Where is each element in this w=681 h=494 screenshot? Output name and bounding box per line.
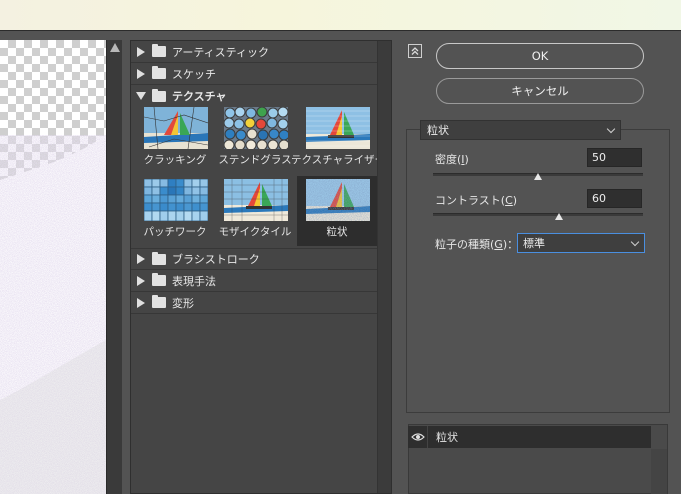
density-label-suffix: ) [464, 153, 469, 166]
layers-scrollbar[interactable] [651, 449, 667, 494]
texturizer-thumbnail [306, 107, 370, 149]
grain-type-label-text: 粒子の種類( [435, 238, 495, 251]
density-label-text: 密度( [435, 153, 462, 166]
category-label: スケッチ [172, 67, 216, 81]
filter-select[interactable]: 粒状 [420, 120, 621, 140]
thumb-label: クラッキング [143, 154, 207, 166]
title-bar [0, 0, 681, 30]
expand-arrow-icon [137, 297, 145, 308]
mosaic-tiles-thumbnail [224, 179, 288, 221]
settings-panel [406, 129, 670, 413]
contrast-label-text: コントラスト( [435, 194, 506, 207]
thumb-label: 粒状 [326, 226, 348, 238]
cancel-button[interactable]: キャンセル [436, 78, 644, 104]
chevron-down-icon [630, 237, 640, 247]
thumb-label: テクスチャライザー [291, 154, 386, 166]
category-label: テクスチャ [172, 90, 227, 103]
expand-arrow-icon [137, 275, 145, 286]
thumb-patchwork[interactable]: パッチワーク [135, 176, 215, 246]
grain-thumbnail [306, 179, 370, 221]
thumb-label: パッチワーク [143, 226, 207, 238]
effect-layer-label: 粒状 [436, 431, 458, 444]
category-label: 表現手法 [172, 274, 216, 288]
filter-select-value: 粒状 [427, 124, 449, 137]
category-label: 変形 [172, 296, 194, 310]
folder-icon [152, 295, 166, 308]
effect-layer-row[interactable]: 粒状 [408, 426, 651, 448]
preview-noise-shape [0, 135, 106, 494]
thumb-craquelure[interactable]: クラッキング [135, 104, 215, 174]
folder-icon [152, 88, 166, 102]
grain-type-value: 標準 [523, 237, 545, 250]
category-artistic[interactable]: アーティスティック [131, 41, 377, 63]
category-label: ブラシストローク [172, 253, 260, 266]
thumb-stained-glass[interactable]: ステンドグラス [215, 104, 295, 174]
expand-arrow-icon [137, 68, 145, 79]
category-brush-strokes[interactable]: ブラシストローク [131, 248, 377, 270]
ok-button[interactable]: OK [436, 43, 644, 69]
preview-canvas[interactable] [0, 40, 106, 494]
grain-type-label: 粒子の種類(G)： [435, 236, 518, 252]
grain-type-label-suffix: )： [502, 238, 519, 251]
thumb-grain[interactable]: 粒状 [297, 176, 377, 246]
folder-icon [152, 273, 166, 286]
eye-icon [410, 433, 425, 441]
craquelure-thumbnail [144, 107, 208, 149]
contrast-label: コントラスト(C) [435, 192, 517, 208]
contrast-slider[interactable] [433, 213, 643, 216]
collapse-gallery-button[interactable] [408, 44, 422, 58]
stained-glass-thumbnail [224, 107, 288, 149]
contrast-input[interactable]: 60 [587, 189, 642, 208]
category-stylize[interactable]: 表現手法 [131, 270, 377, 292]
expand-arrow-icon [137, 254, 145, 264]
contrast-shortcut-key: C [505, 194, 513, 207]
panel-divider [392, 40, 406, 494]
grain-type-shortcut-key: G [494, 238, 503, 251]
gallery-scrollbar[interactable] [377, 41, 391, 493]
density-slider-thumb[interactable] [534, 173, 542, 180]
patchwork-thumbnail [144, 179, 208, 221]
panel-divider [122, 40, 130, 494]
category-label: アーティスティック [172, 45, 270, 59]
chevron-up-double-icon [411, 47, 419, 55]
expand-arrow-icon [137, 46, 145, 57]
contrast-label-suffix: ) [512, 194, 518, 207]
folder-icon [152, 251, 166, 265]
density-label: 密度(I) [435, 151, 469, 167]
folder-icon [152, 44, 166, 57]
visibility-toggle[interactable] [408, 426, 428, 448]
thumb-mosaic-tiles[interactable]: モザイクタイル [215, 176, 295, 246]
title-bar-border [0, 30, 681, 31]
contrast-slider-thumb[interactable] [555, 213, 563, 220]
category-sketch[interactable]: スケッチ [131, 63, 377, 85]
density-input[interactable]: 50 [587, 148, 642, 167]
folder-icon [152, 66, 166, 79]
grain-type-select[interactable]: 標準 [517, 233, 645, 253]
thumb-label: モザイクタイル [218, 226, 292, 238]
preview-scrollbar[interactable] [106, 40, 122, 494]
chevron-down-icon [606, 124, 616, 134]
scroll-up-arrow-icon[interactable] [110, 43, 120, 52]
category-distort[interactable]: 変形 [131, 292, 377, 314]
thumb-label: ステンドグラス [218, 154, 292, 166]
filter-gallery: アーティスティック スケッチ テクスチャ クラッキング ステンドグラス テクスチ… [130, 40, 392, 494]
thumb-texturizer[interactable]: テクスチャライザー [291, 104, 385, 174]
collapse-arrow-icon [136, 92, 146, 100]
